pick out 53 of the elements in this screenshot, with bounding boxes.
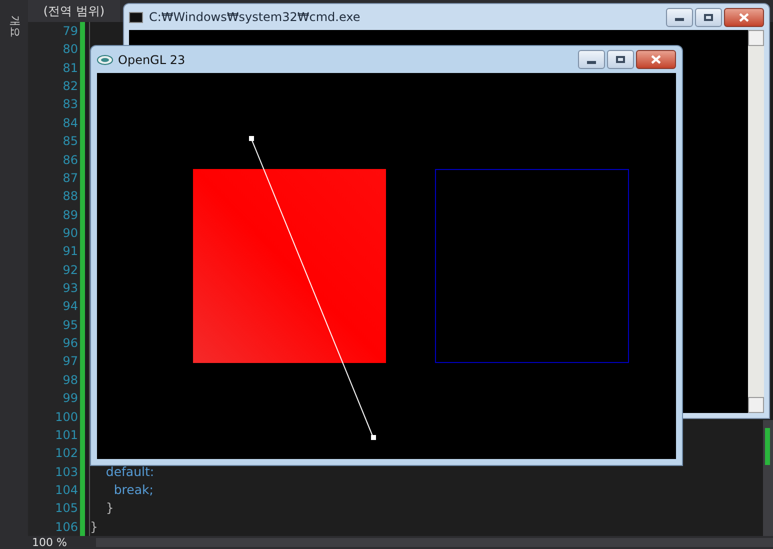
line-number: 99 [62,390,79,408]
line-number: 81 [62,60,79,77]
line-number: 97 [62,353,79,370]
minimize-icon [587,60,596,64]
line-number: 88 [62,188,79,206]
line-number: 95 [62,316,79,334]
line-number: 90 [62,224,79,242]
maximize-button[interactable] [695,8,722,26]
line-number: 96 [62,335,79,352]
console-icon [129,12,143,22]
maximize-icon [704,14,713,20]
change-marker [765,428,770,465]
editor-scrollbar[interactable] [763,420,773,536]
app-icon [97,54,113,64]
window-title: C:₩Windows₩system32₩cmd.exe [149,9,360,26]
line-number: 93 [62,280,79,298]
minimize-button[interactable] [666,8,693,26]
close-button[interactable] [636,50,676,69]
close-icon [651,55,661,64]
scope-dropdown[interactable]: (전역 범위) [28,0,120,22]
line-number: 100 [54,408,79,426]
code-line: } [104,500,114,516]
minimize-button[interactable] [578,50,605,69]
line-number: 101 [54,426,79,444]
close-button[interactable] [724,8,764,26]
code-line: default: [104,464,154,479]
code-line: } [90,518,98,534]
maximize-icon [616,56,625,63]
line-number: 98 [62,372,79,389]
line-number: 82 [62,78,79,96]
line-number: 94 [62,298,79,316]
maximize-button[interactable] [607,50,634,69]
line-number: 102 [54,445,79,462]
line-number: 106 [54,518,79,536]
code-line: break; [112,482,154,497]
line-number: 91 [62,243,79,260]
line-number: 89 [62,206,79,224]
line-number: 86 [62,152,79,169]
window-title: OpenGL 23 [118,52,186,68]
line-number: 85 [62,133,79,150]
line-number: 105 [54,500,79,518]
line-number: 87 [62,170,79,187]
line-number: 83 [62,96,79,114]
close-icon [739,12,749,22]
line-number: 103 [54,464,79,481]
line-number: 104 [54,482,79,499]
line-number: 92 [62,262,79,279]
zoom-dropdown[interactable]: 100 % [28,536,88,549]
side-tab[interactable]: 개요 [6,15,22,38]
line-number: 79 [62,23,79,40]
line-number: 80 [62,41,79,58]
minimize-icon [675,18,684,21]
line-number: 84 [62,114,79,132]
